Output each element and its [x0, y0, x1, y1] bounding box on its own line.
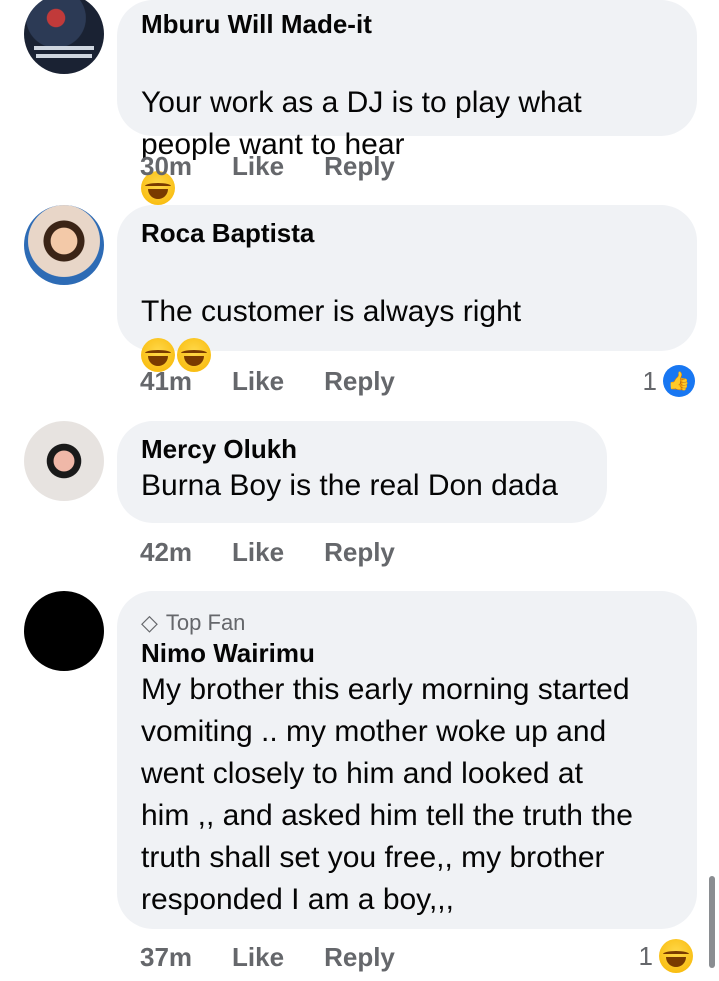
- comment-time[interactable]: 42m: [140, 536, 192, 568]
- comment-text: The customer is always right: [141, 249, 673, 375]
- like-icon: 👍: [663, 365, 695, 397]
- comment-text: Burna Boy is the real Don dada: [141, 469, 558, 502]
- comment-actions: 30m Like Reply: [140, 150, 395, 182]
- avatar[interactable]: [24, 0, 104, 74]
- top-fan-badge: ◇ Top Fan: [141, 609, 673, 637]
- reply-button[interactable]: Reply: [324, 536, 395, 568]
- comment-bubble: Mercy Olukh Burna Boy is the real Don da…: [117, 421, 607, 523]
- like-button[interactable]: Like: [232, 536, 284, 568]
- comment-text: Your work as a DJ is to play what people…: [141, 40, 673, 208]
- reaction-count: 1: [642, 365, 657, 396]
- comment-actions: 37m Like Reply: [140, 941, 395, 973]
- comment-text: My brother this early morning started vo…: [141, 673, 633, 916]
- avatar[interactable]: [24, 205, 104, 285]
- comment-author[interactable]: Roca Baptista: [141, 217, 673, 249]
- like-button[interactable]: Like: [232, 941, 284, 973]
- diamond-icon: ◇: [141, 610, 158, 635]
- scrollbar[interactable]: [709, 876, 715, 968]
- reply-button[interactable]: Reply: [324, 365, 395, 397]
- reaction-summary[interactable]: 1: [639, 939, 695, 973]
- comment-author[interactable]: Nimo Wairimu: [141, 637, 673, 669]
- reaction-count: 1: [638, 940, 653, 971]
- comment-author[interactable]: Mercy Olukh: [141, 433, 583, 465]
- reaction-summary[interactable]: 1 👍: [643, 365, 695, 397]
- avatar[interactable]: [24, 421, 104, 501]
- comment-bubble: Roca Baptista The customer is always rig…: [117, 205, 697, 459]
- comment-actions: 41m Like Reply: [140, 365, 395, 397]
- comment-author[interactable]: Mburu Will Made-it: [141, 8, 673, 40]
- laughing-emoji-icon: [659, 939, 693, 973]
- like-button[interactable]: Like: [232, 365, 284, 397]
- comment-bubble: ◇ Top Fan Nimo Wairimu My brother this e…: [117, 591, 697, 929]
- like-button[interactable]: Like: [232, 150, 284, 182]
- comment-time[interactable]: 30m: [140, 150, 192, 182]
- comment-time[interactable]: 41m: [140, 365, 192, 397]
- comment-actions: 42m Like Reply: [140, 536, 395, 568]
- comment-bubble: Mburu Will Made-it Your work as a DJ is …: [117, 0, 697, 206]
- top-fan-label: Top Fan: [165, 610, 246, 635]
- comment-time[interactable]: 37m: [140, 941, 192, 973]
- reply-button[interactable]: Reply: [324, 941, 395, 973]
- comment-text-content: The customer is always right: [141, 295, 522, 328]
- reply-button[interactable]: Reply: [324, 150, 395, 182]
- avatar[interactable]: [24, 591, 104, 671]
